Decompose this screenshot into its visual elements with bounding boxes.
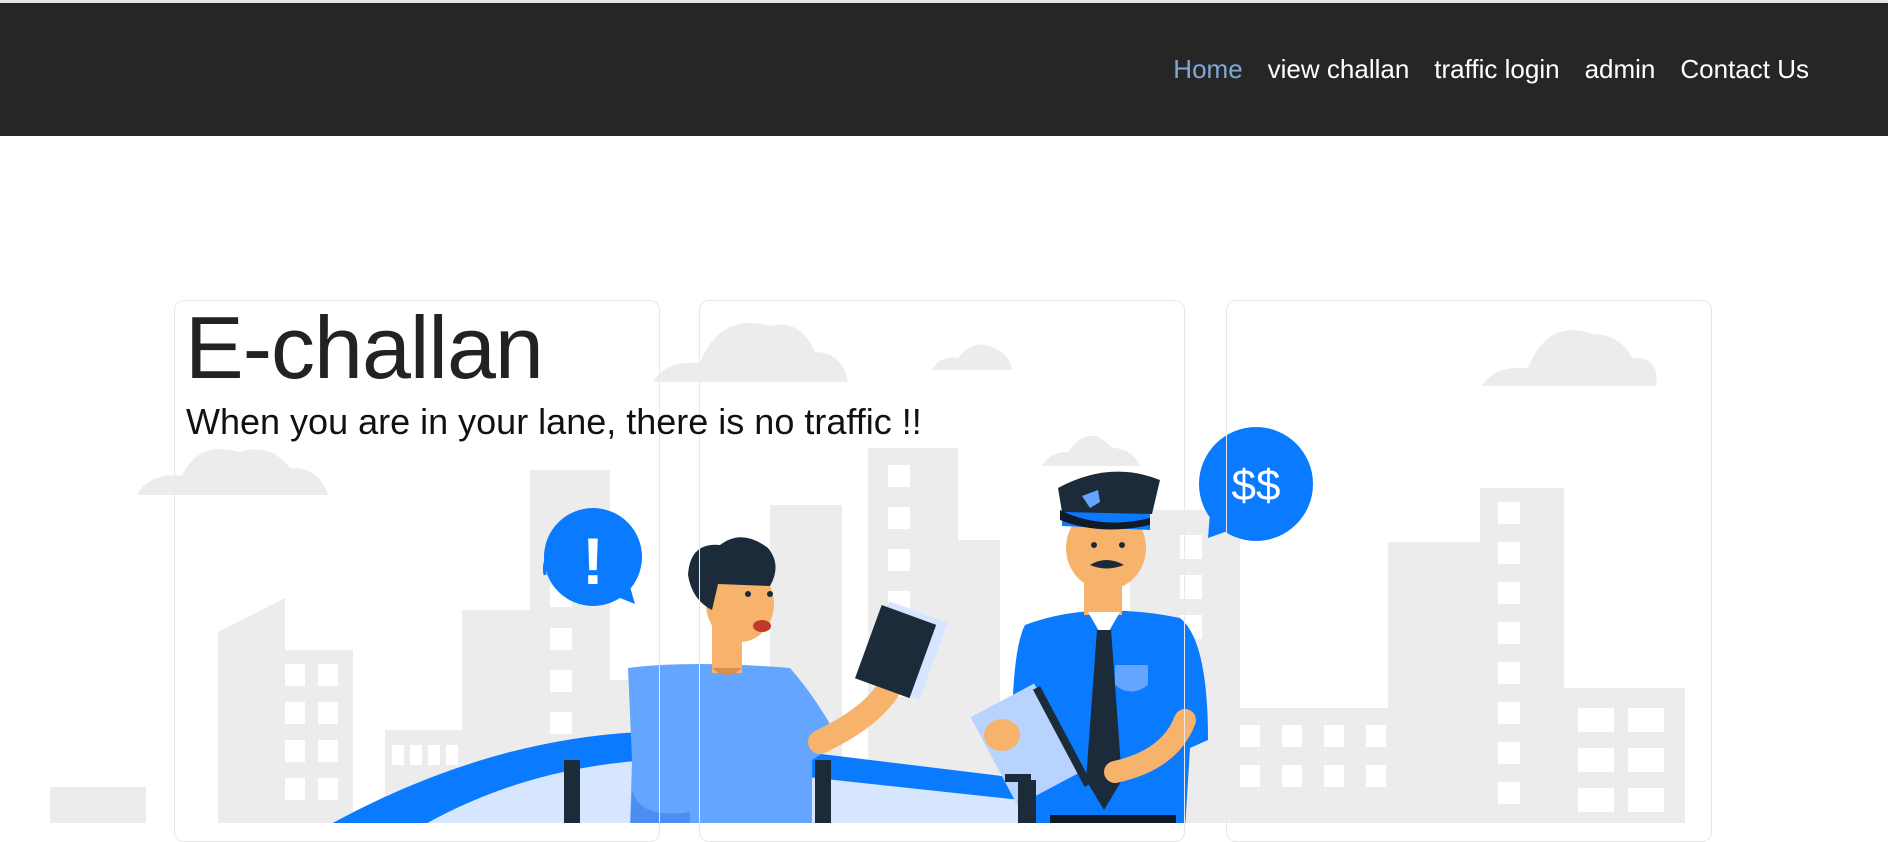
feature-card-2 — [699, 300, 1185, 842]
feature-card-3 — [1226, 300, 1712, 842]
hero-subtitle: When you are in your lane, there is no t… — [186, 401, 922, 442]
hero-title: E-challan — [185, 298, 544, 397]
